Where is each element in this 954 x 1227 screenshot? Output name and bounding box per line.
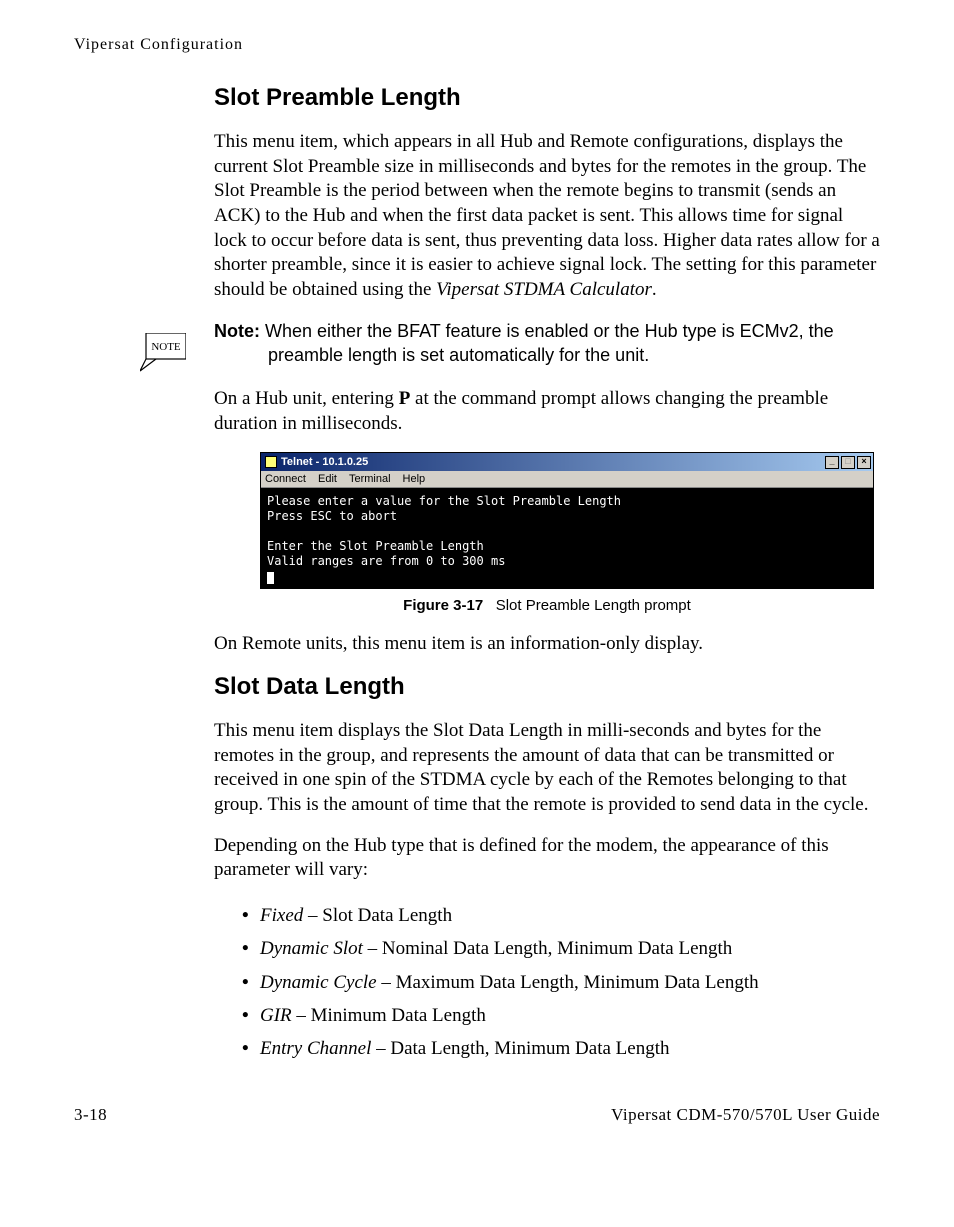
heading-slot-preamble-length: Slot Preamble Length	[214, 84, 880, 112]
term-line: Please enter a value for the Slot Preamb…	[267, 494, 621, 508]
list-item-em: GIR	[260, 1005, 292, 1026]
page-number: 3-18	[74, 1105, 107, 1125]
figure-number: Figure 3-17	[403, 597, 483, 614]
list-item-em: Dynamic Slot	[260, 938, 363, 959]
note-text: Note: When either the BFAT feature is en…	[214, 319, 880, 368]
minimize-button[interactable]: _	[825, 456, 839, 469]
note-label: Note:	[214, 321, 260, 341]
text: On a Hub unit, entering	[214, 388, 399, 409]
text: This menu item, which appears in all Hub…	[214, 131, 880, 300]
hub-type-list: Fixed – Slot Data Length Dynamic Slot – …	[242, 899, 880, 1065]
titlebar: Telnet - 10.1.0.25 _ □ ×	[261, 453, 873, 471]
list-item: Dynamic Slot – Nominal Data Length, Mini…	[242, 932, 880, 965]
list-item: Entry Channel – Data Length, Minimum Dat…	[242, 1032, 880, 1065]
paragraph-hub-type-intro: Depending on the Hub type that is define…	[214, 834, 880, 883]
text-em: Vipersat STDMA Calculator	[436, 279, 652, 300]
menu-edit[interactable]: Edit	[318, 473, 337, 485]
text: .	[652, 279, 657, 300]
telnet-app-icon	[265, 456, 277, 468]
list-item-rest: – Minimum Data Length	[292, 1005, 486, 1026]
paragraph-remote-info: On Remote units, this menu item is an in…	[214, 632, 880, 657]
term-line: Valid ranges are from 0 to 300 ms	[267, 554, 505, 568]
terminal-body: Please enter a value for the Slot Preamb…	[261, 488, 873, 588]
maximize-button[interactable]: □	[841, 456, 855, 469]
term-line: Enter the Slot Preamble Length	[267, 539, 484, 553]
text-bold: P	[399, 388, 411, 409]
list-item-rest: – Data Length, Minimum Data Length	[371, 1038, 669, 1059]
menubar: Connect Edit Terminal Help	[261, 471, 873, 488]
running-head: Vipersat Configuration	[74, 36, 880, 54]
note-icon-label: NOTE	[151, 341, 181, 353]
figure-telnet-window: Telnet - 10.1.0.25 _ □ × Connect Edit Te…	[260, 452, 874, 589]
footer-guide-title: Vipersat CDM-570/570L User Guide	[611, 1105, 880, 1125]
list-item-rest: – Slot Data Length	[303, 905, 452, 926]
heading-slot-data-length: Slot Data Length	[214, 673, 880, 701]
term-line: Press ESC to abort	[267, 509, 397, 523]
list-item-rest: – Maximum Data Length, Minimum Data Leng…	[377, 972, 759, 993]
note-body-line2: preamble length is set automatically for…	[268, 343, 880, 367]
paragraph-hub-p: On a Hub unit, entering P at the command…	[214, 387, 880, 436]
list-item-em: Fixed	[260, 905, 303, 926]
menu-connect[interactable]: Connect	[265, 473, 306, 485]
figure-caption: Figure 3-17 Slot Preamble Length prompt	[214, 597, 880, 614]
list-item-rest: – Nominal Data Length, Minimum Data Leng…	[363, 938, 732, 959]
note-icon: NOTE	[140, 333, 186, 369]
list-item: Dynamic Cycle – Maximum Data Length, Min…	[242, 966, 880, 999]
terminal-cursor	[267, 572, 274, 584]
list-item: Fixed – Slot Data Length	[242, 899, 880, 932]
note-body-line1: When either the BFAT feature is enabled …	[265, 321, 834, 341]
menu-help[interactable]: Help	[403, 473, 426, 485]
menu-terminal[interactable]: Terminal	[349, 473, 391, 485]
list-item: GIR – Minimum Data Length	[242, 999, 880, 1032]
paragraph-data-length-desc: This menu item displays the Slot Data Le…	[214, 719, 880, 818]
paragraph-preamble-desc: This menu item, which appears in all Hub…	[214, 130, 880, 303]
close-button[interactable]: ×	[857, 456, 871, 469]
figure-text: Slot Preamble Length prompt	[496, 597, 691, 614]
list-item-em: Entry Channel	[260, 1038, 371, 1059]
list-item-em: Dynamic Cycle	[260, 972, 377, 993]
window-title: Telnet - 10.1.0.25	[281, 456, 368, 468]
